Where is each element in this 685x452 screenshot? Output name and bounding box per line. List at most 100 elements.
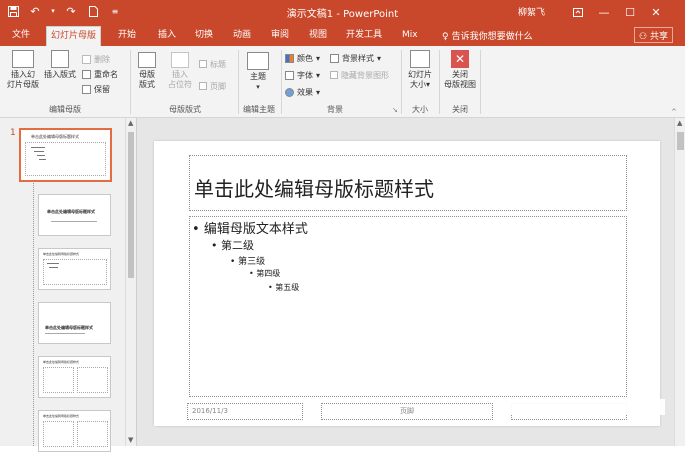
preserve-label: 保留 bbox=[94, 84, 110, 94]
user-name[interactable]: 柳絮飞 bbox=[518, 5, 545, 18]
chevron-down-icon: ▾ bbox=[316, 53, 321, 63]
tell-me-box[interactable]: ♀ 告诉我你想要做什么 bbox=[438, 28, 537, 46]
slide-size-button[interactable]: 幻灯片 大小▾ bbox=[404, 50, 436, 90]
slide-master-thumbnail[interactable]: 单击此处编辑母版标题样式 bbox=[19, 128, 112, 182]
text-level-1[interactable]: • 编辑母版文本样式 bbox=[192, 218, 308, 237]
tab-home[interactable]: 开始 bbox=[114, 28, 140, 46]
thumbnail-line bbox=[47, 263, 59, 264]
insert-placeholder-label-1: 插入 bbox=[172, 70, 188, 79]
tab-insert[interactable]: 插入 bbox=[154, 28, 180, 46]
thumbnail-title: 单击此处编辑母版标题样式 bbox=[47, 209, 95, 214]
tab-view[interactable]: 视图 bbox=[305, 28, 331, 46]
rename-label: 重命名 bbox=[94, 69, 118, 79]
slide-number: 1 bbox=[10, 128, 16, 138]
slide-size-label-2: 大小 bbox=[409, 80, 426, 89]
scroll-up-icon[interactable]: ▲ bbox=[128, 119, 133, 127]
master-layout-icon bbox=[138, 52, 156, 68]
hide-background-check-box bbox=[330, 71, 338, 79]
thumbnail-line bbox=[37, 155, 45, 156]
tab-review[interactable]: 审阅 bbox=[267, 28, 293, 46]
text-level-3[interactable]: • 第三级 bbox=[230, 254, 265, 267]
themes-button[interactable]: 主题 ▾ bbox=[244, 52, 272, 92]
master-layout-connector bbox=[33, 178, 34, 446]
scrollbar-thumb[interactable] bbox=[128, 132, 134, 278]
layout-thumbnail[interactable]: 单击此处编辑母版标题样式 bbox=[38, 356, 111, 398]
layout-thumbnail[interactable]: 单击此处编辑母版标题样式 bbox=[38, 248, 111, 290]
effects-button[interactable]: 效果 ▾ bbox=[285, 86, 320, 98]
slide-title-text[interactable]: 单击此处编辑母版标题样式 bbox=[194, 173, 434, 202]
text-level-4[interactable]: • 第四级 bbox=[249, 268, 280, 279]
maximize-icon[interactable]: ☐ bbox=[617, 2, 643, 22]
tab-developer[interactable]: 开发工具 bbox=[342, 28, 386, 46]
fonts-label: 字体 bbox=[297, 70, 313, 80]
insert-slide-master-label-1: 插入幻 bbox=[11, 70, 35, 79]
text-level-5[interactable]: • 第五级 bbox=[268, 282, 299, 293]
master-layout-label-1: 母版 bbox=[139, 70, 155, 79]
share-button[interactable]: ⚇ 共享 bbox=[634, 27, 673, 43]
rename-button[interactable]: 重命名 bbox=[82, 68, 118, 80]
tab-animations[interactable]: 动画 bbox=[229, 28, 255, 46]
thumbnail-scrollbar[interactable]: ▲ ▼ bbox=[125, 118, 135, 446]
themes-label: 主题 bbox=[250, 72, 266, 81]
chevron-down-icon: ▾ bbox=[377, 53, 382, 63]
chevron-down-icon: ▾ bbox=[316, 70, 321, 80]
footer-placeholder[interactable]: 页脚 bbox=[321, 403, 493, 420]
title-checkbox[interactable]: 标题 bbox=[199, 58, 226, 70]
preserve-button[interactable]: 保留 bbox=[82, 83, 110, 95]
minimize-icon[interactable]: — bbox=[591, 2, 617, 22]
footer-checkbox[interactable]: 页脚 bbox=[199, 80, 226, 92]
editor-scrollbar[interactable]: ▲ bbox=[674, 118, 685, 446]
text-level-2[interactable]: • 第二级 bbox=[211, 237, 254, 253]
group-label-edit-master: 编辑母版 bbox=[49, 105, 81, 114]
dialog-launcher-icon[interactable]: ↘ bbox=[392, 106, 398, 114]
insert-slide-master-button[interactable]: 插入幻 灯片母版 bbox=[4, 50, 42, 90]
layout-thumbnail[interactable]: 单击此处编辑母版标题样式 bbox=[38, 302, 111, 344]
title-bar: ↶ ▾ ↷ ≡ 演示文稿1 - PowerPoint 柳絮飞 — ☐ ✕ bbox=[0, 0, 685, 24]
scroll-up-icon[interactable]: ▲ bbox=[677, 119, 682, 127]
thumbnail-title: 单击此处编辑母版标题样式 bbox=[31, 134, 79, 139]
date-placeholder[interactable]: 2016/11/3 bbox=[187, 403, 303, 420]
close-icon[interactable]: ✕ bbox=[643, 2, 669, 22]
insert-placeholder-label-2: 占位符 bbox=[168, 80, 192, 89]
chevron-down-icon: ▾ bbox=[256, 83, 260, 91]
tab-slide-master[interactable]: 幻灯片母版 bbox=[46, 26, 102, 46]
master-layout-button[interactable]: 母版 版式 bbox=[135, 52, 159, 90]
collapse-ribbon-icon[interactable]: ^ bbox=[671, 108, 677, 116]
body-placeholder[interactable] bbox=[189, 216, 627, 397]
delete-label: 删除 bbox=[94, 54, 110, 64]
fonts-button[interactable]: 字体 ▾ bbox=[285, 69, 320, 81]
insert-placeholder-button[interactable]: 插入 占位符 bbox=[166, 52, 194, 90]
share-label: 共享 bbox=[649, 32, 668, 42]
tab-transitions[interactable]: 切换 bbox=[191, 28, 217, 46]
hide-background-checkbox[interactable]: 隐藏背景图形 bbox=[330, 69, 389, 81]
ribbon-display-icon[interactable] bbox=[565, 2, 591, 22]
footer-check-label: 页脚 bbox=[210, 81, 226, 91]
scrollbar-thumb[interactable] bbox=[677, 132, 684, 150]
scroll-down-icon[interactable]: ▼ bbox=[128, 436, 133, 444]
layout-thumbnail[interactable]: 单击此处编辑母版标题样式 bbox=[38, 194, 111, 236]
window-controls: — ☐ ✕ bbox=[565, 2, 669, 22]
chevron-down-icon: ▾ bbox=[425, 80, 430, 89]
tab-file[interactable]: 文件 bbox=[8, 28, 34, 46]
font-icon bbox=[285, 70, 294, 80]
text-level-3-label: 第三级 bbox=[238, 257, 266, 267]
close-master-label-2: 母版视图 bbox=[444, 80, 476, 89]
thumbnail-pane: 1 单击此处编辑母版标题样式 单击此处编辑母版标题样式 单击此处编辑母版标题样式… bbox=[0, 118, 137, 452]
pin-icon bbox=[82, 84, 91, 94]
slide-size-icon bbox=[410, 50, 430, 68]
delete-icon bbox=[82, 54, 91, 64]
workspace: 1 单击此处编辑母版标题样式 单击此处编辑母版标题样式 单击此处编辑母版标题样式… bbox=[0, 118, 685, 452]
delete-button[interactable]: 删除 bbox=[82, 53, 110, 65]
thumbnail-title: 单击此处编辑母版标题样式 bbox=[45, 325, 93, 330]
background-styles-button[interactable]: 背景样式 ▾ bbox=[330, 52, 381, 64]
insert-layout-button[interactable]: 插入版式 bbox=[42, 50, 78, 80]
person-icon: ⚇ bbox=[639, 32, 648, 42]
close-master-view-button[interactable]: ✕ 关闭 母版视图 bbox=[442, 50, 478, 90]
colors-button[interactable]: 颜色 ▾ bbox=[285, 52, 320, 64]
thumbnail-line bbox=[34, 151, 44, 152]
tab-mix[interactable]: Mix bbox=[398, 28, 422, 46]
thumbnail-right-placeholder bbox=[77, 421, 108, 447]
insert-slide-master-label-2: 灯片母版 bbox=[7, 80, 39, 89]
thumbnail-line bbox=[31, 147, 45, 148]
chevron-down-icon: ▾ bbox=[316, 87, 321, 97]
